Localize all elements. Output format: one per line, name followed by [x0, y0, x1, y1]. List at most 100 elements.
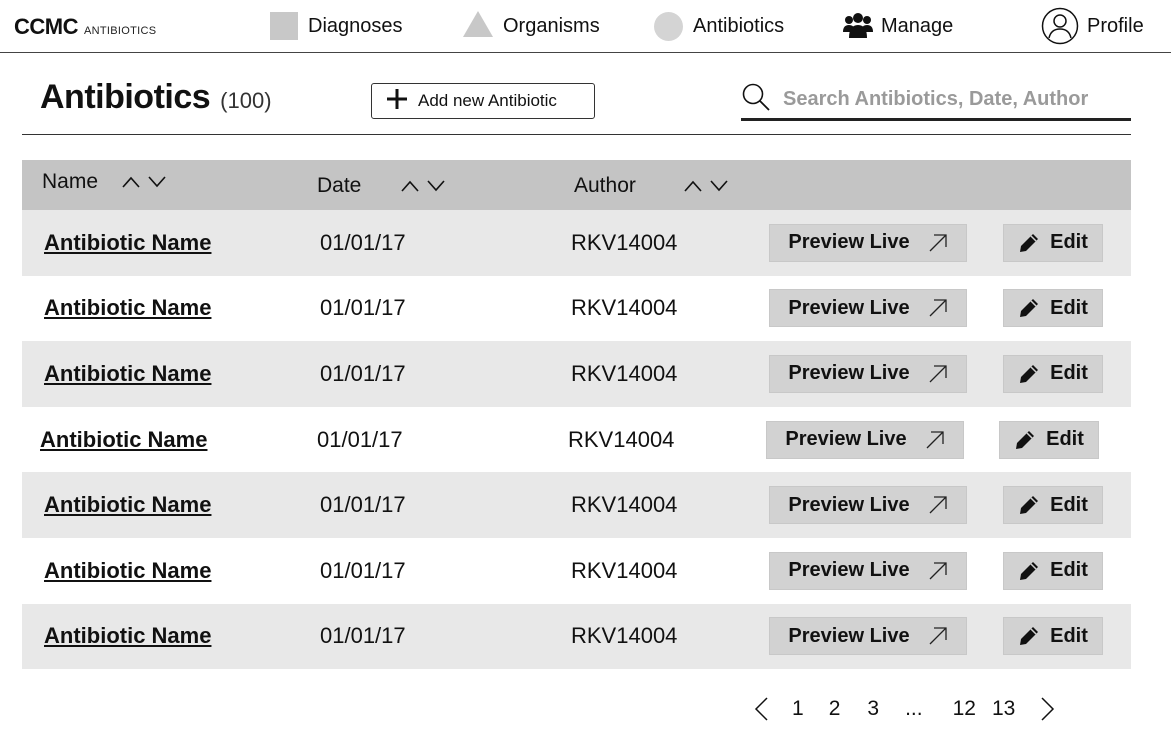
author-cell: RKV14004 [571, 229, 678, 255]
antibiotic-name-link[interactable]: Antibiotic Name [44, 295, 211, 321]
sort-controls-date [401, 180, 445, 192]
edit-button[interactable]: Edit [999, 420, 1099, 459]
preview-live-label: Preview Live [788, 493, 910, 516]
sort-controls-name [122, 176, 166, 188]
author-cell: RKV14004 [571, 557, 678, 583]
add-antibiotic-label: Add new Antibiotic [418, 91, 557, 110]
table-row: Antibiotic Name 01/01/17 RKV14004 Previe… [22, 341, 1131, 407]
date-cell: 01/01/17 [320, 557, 406, 583]
external-link-icon [929, 562, 947, 580]
sort-down-icon[interactable] [710, 180, 728, 192]
preview-live-button[interactable]: Preview Live [769, 486, 967, 525]
page-link-13[interactable]: 13 [992, 697, 1015, 721]
edit-button[interactable]: Edit [1003, 354, 1103, 393]
pencil-icon [1020, 299, 1039, 318]
users-icon [843, 12, 873, 40]
date-cell: 01/01/17 [317, 426, 403, 452]
author-cell: RKV14004 [571, 492, 678, 518]
add-antibiotic-button[interactable]: Add new Antibiotic [371, 83, 595, 119]
preview-live-label: Preview Live [788, 296, 910, 319]
date-cell: 01/01/17 [320, 492, 406, 518]
preview-live-label: Preview Live [788, 624, 910, 647]
page-link-12[interactable]: 12 [953, 697, 976, 721]
preview-live-button[interactable]: Preview Live [769, 223, 967, 262]
brand-logo[interactable]: CCMC ANTIBIOTICS [14, 14, 156, 40]
item-count: (100) [220, 88, 272, 113]
edit-label: Edit [1050, 296, 1088, 319]
external-link-icon [926, 430, 944, 449]
antibiotic-name-link[interactable]: Antibiotic Name [44, 361, 211, 387]
sort-up-icon[interactable] [401, 180, 419, 192]
antibiotic-name-link[interactable]: Antibiotic Name [44, 230, 211, 256]
nav-item-antibiotics[interactable]: Antibiotics [654, 8, 784, 44]
column-label-date: Date [317, 174, 362, 197]
nav-item-manage[interactable]: Manage [843, 8, 953, 44]
edit-button[interactable]: Edit [1003, 551, 1103, 590]
pencil-icon [1020, 561, 1039, 580]
search-icon[interactable] [741, 82, 771, 117]
author-cell: RKV14004 [571, 295, 678, 321]
preview-live-button[interactable]: Preview Live [766, 420, 964, 459]
antibiotic-name-link[interactable]: Antibiotic Name [44, 623, 211, 649]
edit-button[interactable]: Edit [1003, 486, 1103, 525]
sort-down-icon[interactable] [148, 176, 166, 188]
preview-live-label: Preview Live [788, 559, 910, 582]
sort-up-icon[interactable] [122, 176, 140, 188]
page-link-3[interactable]: 3 [867, 697, 879, 721]
pencil-icon [1020, 364, 1039, 383]
table-row: Antibiotic Name 01/01/17 RKV14004 Previe… [22, 472, 1131, 538]
column-header-author[interactable]: Author [574, 174, 728, 198]
author-cell: RKV14004 [571, 360, 678, 386]
date-cell: 01/01/17 [320, 295, 406, 321]
antibiotic-name-link[interactable]: Antibiotic Name [40, 427, 207, 453]
page-header: Antibiotics (100) Add new Antibiotic [22, 70, 1131, 135]
page-title: Antibiotics [40, 78, 211, 116]
edit-button[interactable]: Edit [1003, 289, 1103, 328]
preview-live-label: Preview Live [788, 362, 910, 385]
search-input[interactable] [783, 87, 1113, 111]
table-header: Name Date Author [22, 160, 1131, 210]
column-header-date[interactable]: Date [317, 174, 445, 198]
circle-icon [654, 11, 683, 41]
column-header-name[interactable]: Name [42, 170, 166, 194]
nav-item-organisms[interactable]: Organisms [463, 8, 600, 44]
brand-subtitle: ANTIBIOTICS [84, 25, 157, 37]
preview-live-button[interactable]: Preview Live [769, 289, 967, 328]
nav-item-profile[interactable]: Profile [1041, 7, 1144, 45]
table-row: Antibiotic Name 01/01/17 RKV14004 Previe… [22, 276, 1131, 342]
edit-label: Edit [1050, 231, 1088, 254]
author-cell: RKV14004 [568, 426, 675, 452]
external-link-icon [929, 365, 947, 383]
date-cell: 01/01/17 [320, 360, 406, 386]
antibiotic-name-link[interactable]: Antibiotic Name [44, 492, 211, 518]
edit-label: Edit [1050, 559, 1088, 582]
pagination: 1 2 3 ... 12 13 [752, 694, 1057, 724]
search-bar [741, 80, 1131, 121]
nav-item-diagnoses[interactable]: Diagnoses [270, 8, 403, 44]
preview-live-button[interactable]: Preview Live [769, 617, 967, 656]
date-cell: 01/01/17 [320, 229, 406, 255]
antibiotic-name-link[interactable]: Antibiotic Name [44, 558, 211, 584]
edit-button[interactable]: Edit [1003, 617, 1103, 656]
sort-down-icon[interactable] [427, 180, 445, 192]
page-link-2[interactable]: 2 [829, 697, 841, 721]
square-icon [270, 12, 298, 40]
sort-up-icon[interactable] [684, 180, 702, 192]
edit-button[interactable]: Edit [1003, 223, 1103, 262]
chevron-left-icon[interactable] [752, 696, 772, 722]
pencil-icon [1020, 627, 1039, 646]
preview-live-button[interactable]: Preview Live [769, 354, 967, 393]
edit-label: Edit [1050, 362, 1088, 385]
page-ellipsis: ... [905, 697, 923, 720]
external-link-icon [929, 234, 947, 252]
preview-live-button[interactable]: Preview Live [769, 551, 967, 590]
sort-controls-author [684, 180, 728, 192]
external-link-icon [929, 627, 947, 645]
top-nav: CCMC ANTIBIOTICS Diagnoses Organisms Ant… [0, 0, 1171, 53]
external-link-icon [929, 299, 947, 317]
column-label-name: Name [42, 170, 99, 193]
page-link-1[interactable]: 1 [792, 697, 804, 721]
chevron-right-icon[interactable] [1037, 696, 1057, 722]
table-row: Antibiotic Name 01/01/17 RKV14004 Previe… [22, 407, 1131, 473]
plus-icon [386, 88, 408, 115]
